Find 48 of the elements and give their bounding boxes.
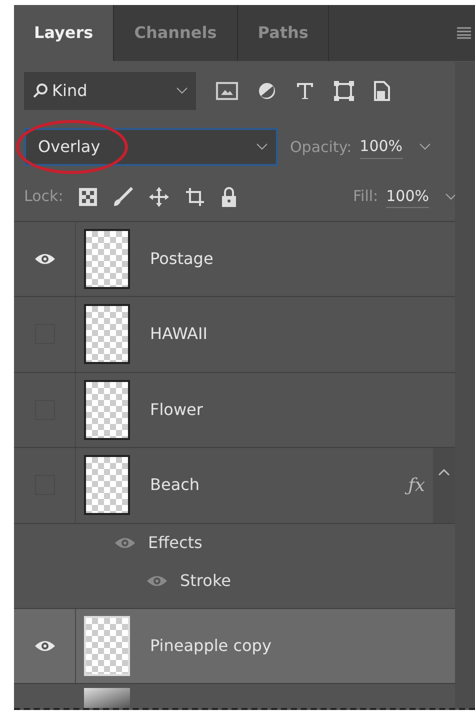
panel-tab[interactable]: Paths bbox=[238, 5, 330, 61]
eye-icon[interactable] bbox=[34, 252, 56, 266]
lock-label: Lock: bbox=[24, 186, 64, 208]
blend-mode-dropdown[interactable]: Overlay bbox=[24, 128, 278, 166]
caret-icon[interactable] bbox=[438, 468, 450, 476]
image-filter-icon[interactable] bbox=[216, 82, 238, 100]
effect-name: Effects bbox=[148, 532, 202, 554]
layer-thumbnail bbox=[84, 380, 130, 440]
adjustment-filter-icon[interactable] bbox=[258, 82, 276, 100]
layer-name: Postage bbox=[150, 248, 214, 270]
move-icon[interactable] bbox=[149, 186, 170, 207]
layer-thumbnail bbox=[84, 228, 130, 289]
type-filter-icon[interactable] bbox=[296, 82, 314, 100]
search-icon bbox=[32, 83, 48, 100]
chevron-icon bbox=[445, 192, 457, 201]
panel-tab[interactable]: Channels bbox=[114, 5, 238, 61]
lock-icon[interactable] bbox=[221, 186, 238, 207]
brush-icon[interactable] bbox=[113, 186, 134, 207]
layer-row[interactable]: HAWAII bbox=[14, 297, 455, 373]
lock-transparency-icon[interactable] bbox=[79, 188, 98, 206]
layer-thumbnail bbox=[84, 688, 130, 708]
opacity-value[interactable]: 100% bbox=[360, 135, 403, 159]
layer-row[interactable]: Beach ƒx bbox=[14, 448, 455, 524]
layer-thumbnail bbox=[84, 455, 130, 516]
eye-icon[interactable] bbox=[34, 638, 56, 653]
shape-filter-icon[interactable] bbox=[334, 81, 354, 102]
effect-name: Stroke bbox=[180, 570, 231, 592]
layer-name: Pineapple copy bbox=[150, 634, 272, 657]
layer-name: Beach bbox=[150, 474, 200, 496]
chevron-icon bbox=[256, 143, 268, 152]
smart-object-filter-icon[interactable] bbox=[374, 81, 390, 102]
scrollbar[interactable] bbox=[455, 62, 475, 708]
layer-thumbnail bbox=[84, 304, 130, 364]
chevron-icon bbox=[418, 143, 431, 152]
filter-dropdown[interactable]: Kind bbox=[24, 72, 196, 110]
layer-name: HAWAII bbox=[150, 323, 208, 346]
panel-tab[interactable]: Layers bbox=[14, 5, 114, 61]
crop-icon[interactable] bbox=[185, 186, 206, 207]
fill-value[interactable]: 100% bbox=[386, 184, 429, 208]
layer-name: Flower bbox=[150, 398, 203, 421]
layer-thumbnail bbox=[84, 616, 130, 676]
fill-label: Fill: bbox=[353, 186, 378, 208]
menu-icon[interactable] bbox=[457, 26, 471, 39]
chevron-icon bbox=[176, 87, 188, 96]
layer-row[interactable]: Pineapple copy bbox=[14, 608, 455, 684]
layer-row[interactable]: Flower bbox=[14, 372, 455, 448]
layer-row[interactable]: Postage bbox=[14, 222, 455, 298]
opacity-label: Opacity: bbox=[290, 136, 352, 158]
